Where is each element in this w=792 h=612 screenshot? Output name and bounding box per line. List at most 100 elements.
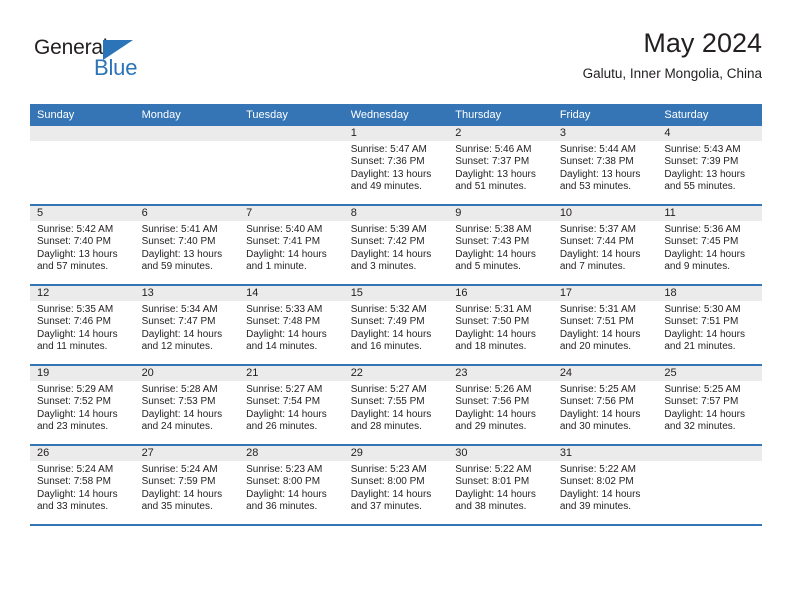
calendar-day-cell[interactable]: 30 Sunrise: 5:22 AM Sunset: 8:01 PM Dayligh… — [448, 445, 553, 526]
calendar-day-cell[interactable]: 15 Sunrise: 5:32 AM Sunset: 7:49 PM Dayligh… — [343, 285, 449, 366]
calendar-day-cell[interactable]: 9 Sunrise: 5:38 AM Sunset: 7:43 PM Daylight… — [448, 205, 553, 286]
calendar-day-cell[interactable]: 3 Sunrise: 5:44 AM Sunset: 7:38 PM Daylight… — [552, 126, 658, 206]
calendar-day-cell[interactable]: 17 Sunrise: 5:31 AM Sunset: 7:51 PM Dayligh… — [552, 285, 658, 366]
calendar-day-cell[interactable]: 21 Sunrise: 5:27 AM Sunset: 7:54 PM Dayligh… — [239, 365, 344, 446]
calendar-day-cell[interactable]: 8 Sunrise: 5:39 AM Sunset: 7:42 PM Daylight… — [343, 205, 449, 286]
daylight-text-line2: and 57 minutes. — [37, 261, 109, 273]
daylight-text-line2: and 18 minutes. — [455, 341, 527, 353]
day-number: 18 — [657, 286, 762, 301]
calendar-day-cell[interactable]: 31 Sunrise: 5:22 AM Sunset: 8:02 PM Dayligh… — [552, 445, 658, 526]
day-details: Sunrise: 5:37 AM Sunset: 7:44 PM Daylight:… — [553, 221, 658, 274]
calendar-day-cell[interactable]: 10 Sunrise: 5:37 AM Sunset: 7:44 PM Dayligh… — [552, 205, 658, 286]
location-subtitle: Galutu, Inner Mongolia, China — [582, 66, 762, 81]
day-details: Sunrise: 5:44 AM Sunset: 7:38 PM Daylight:… — [553, 141, 658, 194]
calendar-body: 1 Sunrise: 5:47 AM Sunset: 7:36 PM Daylight… — [30, 126, 762, 526]
daylight-text-line1: Daylight: 13 hours — [455, 168, 536, 180]
calendar-day-cell[interactable]: 20 Sunrise: 5:28 AM Sunset: 7:53 PM Dayligh… — [134, 365, 240, 446]
day-details: Sunrise: 5:27 AM Sunset: 7:55 PM Daylight:… — [344, 381, 449, 434]
calendar-day-cell[interactable]: 4 Sunrise: 5:43 AM Sunset: 7:39 PM Daylight… — [657, 126, 762, 206]
day-number: 5 — [30, 206, 135, 221]
daylight-text-line2: and 49 minutes. — [350, 181, 422, 193]
day-number: 14 — [239, 286, 344, 301]
calendar-day-cell[interactable]: 7 Sunrise: 5:40 AM Sunset: 7:41 PM Daylight… — [239, 205, 344, 286]
sunset-text: Sunset: 7:50 PM — [455, 316, 530, 328]
day-number: 28 — [239, 446, 344, 461]
sunset-text: Sunset: 7:43 PM — [455, 236, 530, 248]
calendar-day-cell[interactable]: 13 Sunrise: 5:34 AM Sunset: 7:47 PM Dayligh… — [134, 285, 240, 366]
daylight-text-line1: Daylight: 14 hours — [455, 488, 536, 500]
day-number: 24 — [552, 366, 658, 381]
calendar-day-cell[interactable]: 14 Sunrise: 5:33 AM Sunset: 7:48 PM Dayligh… — [239, 285, 344, 366]
calendar-table: Sunday Monday Tuesday Wednesday Thursday… — [30, 104, 762, 526]
day-number — [239, 126, 344, 141]
day-number: 8 — [343, 206, 449, 221]
daylight-text-line1: Daylight: 13 hours — [559, 168, 641, 180]
calendar-day-cell[interactable]: 11 Sunrise: 5:36 AM Sunset: 7:45 PM Dayligh… — [657, 205, 762, 286]
calendar-day-cell[interactable]: 22 Sunrise: 5:27 AM Sunset: 7:55 PM Dayligh… — [343, 365, 449, 446]
day-number: 21 — [239, 366, 344, 381]
calendar-day-cell[interactable]: 25 Sunrise: 5:25 AM Sunset: 7:57 PM Dayligh… — [657, 365, 762, 446]
sunrise-text: Sunrise: 5:44 AM — [559, 144, 636, 155]
day-number: 26 — [30, 446, 135, 461]
calendar-day-cell[interactable]: 29 Sunrise: 5:23 AM Sunset: 8:00 PM Dayligh… — [343, 445, 449, 526]
sunrise-text: Sunrise: 5:28 AM — [141, 384, 218, 395]
calendar-day-cell[interactable]: 12 Sunrise: 5:35 AM Sunset: 7:46 PM Dayligh… — [30, 285, 135, 366]
day-number: 15 — [343, 286, 449, 301]
calendar-page: General Blue May 2024 Galutu, Inner Mong… — [0, 0, 792, 612]
day-number: 19 — [30, 366, 135, 381]
sunset-text: Sunset: 7:45 PM — [664, 236, 739, 248]
day-number: 11 — [657, 206, 762, 221]
calendar-day-cell[interactable]: 6 Sunrise: 5:41 AM Sunset: 7:40 PM Daylight… — [134, 205, 240, 286]
day-number — [30, 126, 135, 141]
day-number: 7 — [239, 206, 344, 221]
calendar-day-cell[interactable]: 26 Sunrise: 5:24 AM Sunset: 7:58 PM Dayligh… — [30, 445, 135, 526]
daylight-text-line2: and 9 minutes. — [664, 261, 730, 273]
sunrise-text: Sunrise: 5:26 AM — [455, 384, 532, 395]
day-details: Sunrise: 5:23 AM Sunset: 8:00 PM Daylight:… — [344, 461, 449, 514]
calendar-day-cell[interactable]: 5 Sunrise: 5:42 AM Sunset: 7:40 PM Daylight… — [30, 205, 135, 286]
calendar-day-cell[interactable]: 24 Sunrise: 5:25 AM Sunset: 7:56 PM Dayligh… — [552, 365, 658, 446]
calendar-day-cell[interactable]: 2 Sunrise: 5:46 AM Sunset: 7:37 PM Daylight… — [448, 126, 553, 206]
calendar-day-cell[interactable]: 28 Sunrise: 5:23 AM Sunset: 8:00 PM Dayligh… — [239, 445, 344, 526]
daylight-text-line2: and 39 minutes. — [559, 501, 631, 513]
day-details: Sunrise: 5:47 AM Sunset: 7:36 PM Daylight:… — [344, 141, 449, 194]
calendar-day-cell[interactable]: 16 Sunrise: 5:31 AM Sunset: 7:50 PM Dayligh… — [448, 285, 553, 366]
calendar-header-row-group: Sunday Monday Tuesday Wednesday Thursday… — [30, 104, 762, 126]
day-details: Sunrise: 5:31 AM Sunset: 7:50 PM Daylight:… — [448, 301, 553, 354]
calendar-day-cell[interactable]: 1 Sunrise: 5:47 AM Sunset: 7:36 PM Daylight… — [343, 126, 449, 206]
general-blue-logo: General Blue — [34, 36, 164, 84]
daylight-text-line2: and 20 minutes. — [559, 341, 631, 353]
day-number: 2 — [448, 126, 553, 141]
calendar-day-cell[interactable]: 18 Sunrise: 5:30 AM Sunset: 7:51 PM Dayligh… — [657, 285, 762, 366]
daylight-text-line1: Daylight: 14 hours — [559, 248, 641, 260]
daylight-text-line1: Daylight: 14 hours — [455, 248, 536, 260]
daylight-text-line2: and 21 minutes. — [664, 341, 736, 353]
sunrise-text: Sunrise: 5:23 AM — [246, 464, 323, 475]
day-details: Sunrise: 5:32 AM Sunset: 7:49 PM Daylight:… — [344, 301, 449, 354]
sunset-text: Sunset: 7:58 PM — [37, 476, 111, 488]
day-details: Sunrise: 5:39 AM Sunset: 7:42 PM Daylight:… — [344, 221, 449, 274]
calendar-day-cell[interactable]: 23 Sunrise: 5:26 AM Sunset: 7:56 PM Dayligh… — [448, 365, 553, 446]
day-number: 16 — [448, 286, 553, 301]
sunrise-text: Sunrise: 5:29 AM — [37, 384, 114, 395]
weekday-header-saturday: Saturday — [657, 104, 762, 126]
logo-text-blue: Blue — [94, 55, 138, 80]
day-number: 3 — [552, 126, 658, 141]
sunrise-text: Sunrise: 5:47 AM — [350, 144, 427, 155]
daylight-text-line2: and 37 minutes. — [350, 501, 422, 513]
day-details: Sunrise: 5:35 AM Sunset: 7:46 PM Daylight:… — [30, 301, 135, 354]
sunrise-text: Sunrise: 5:31 AM — [455, 304, 532, 315]
sunrise-text: Sunrise: 5:34 AM — [141, 304, 218, 315]
calendar-day-cell[interactable]: 27 Sunrise: 5:24 AM Sunset: 7:59 PM Dayligh… — [134, 445, 240, 526]
daylight-text-line2: and 33 minutes. — [37, 501, 109, 513]
daylight-text-line1: Daylight: 14 hours — [141, 328, 223, 340]
day-number: 31 — [552, 446, 658, 461]
day-number — [134, 126, 240, 141]
calendar-day-cell[interactable]: 19 Sunrise: 5:29 AM Sunset: 7:52 PM Dayligh… — [30, 365, 135, 446]
calendar-cell-empty — [657, 445, 762, 526]
day-details: Sunrise: 5:22 AM Sunset: 8:02 PM Daylight:… — [553, 461, 658, 514]
weekday-header-monday: Monday — [134, 104, 240, 126]
weekday-header-row: Sunday Monday Tuesday Wednesday Thursday… — [30, 104, 762, 126]
daylight-text-line2: and 29 minutes. — [455, 421, 527, 433]
sunrise-text: Sunrise: 5:31 AM — [559, 304, 636, 315]
